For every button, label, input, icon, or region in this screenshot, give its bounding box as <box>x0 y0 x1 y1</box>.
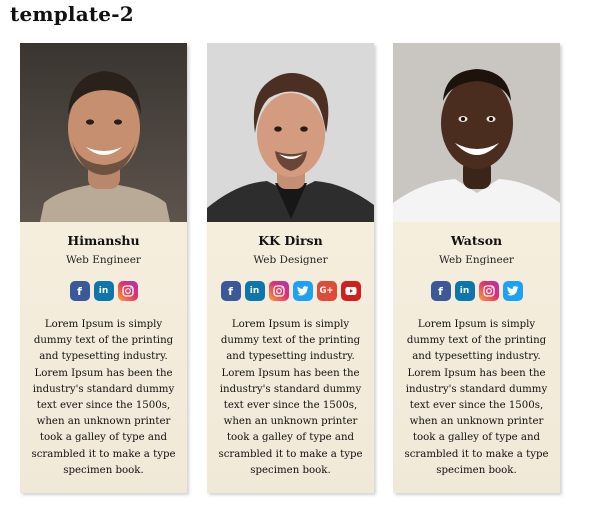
instagram-icon[interactable] <box>478 281 499 301</box>
instagram-icon[interactable] <box>117 281 138 301</box>
twitter-icon[interactable] <box>502 281 523 301</box>
linkedin-icon[interactable]: in <box>454 281 475 301</box>
facebook-icon[interactable]: f <box>220 281 241 301</box>
profile-role: Web Engineer <box>66 254 141 266</box>
profile-name: Watson <box>450 233 503 248</box>
social-links: f in <box>393 281 560 301</box>
profile-role: Web Engineer <box>439 254 514 266</box>
instagram-icon[interactable] <box>268 281 289 301</box>
profile-card-kk-dirsn: KK Dirsn Web Designer f in G+ Lorem Ipsu… <box>207 43 374 493</box>
profile-photo <box>20 43 187 222</box>
facebook-icon[interactable]: f <box>69 281 90 301</box>
youtube-icon[interactable] <box>340 281 361 301</box>
social-links: f in G+ <box>207 281 374 301</box>
profile-name: KK Dirsn <box>258 233 323 248</box>
profile-role: Web Designer <box>253 254 328 266</box>
profile-card-watson: Watson Web Engineer f in Lorem Ipsum is … <box>393 43 560 493</box>
profile-photo <box>393 43 560 222</box>
social-links: f in <box>20 281 187 301</box>
page-title: template-2 <box>10 2 134 26</box>
google-plus-icon[interactable]: G+ <box>316 281 337 301</box>
linkedin-icon[interactable]: in <box>244 281 265 301</box>
twitter-icon[interactable] <box>292 281 313 301</box>
profile-bio: Lorem Ipsum is simply dummy text of the … <box>31 319 176 476</box>
linkedin-icon[interactable]: in <box>93 281 114 301</box>
facebook-icon[interactable]: f <box>430 281 451 301</box>
profile-photo <box>207 43 374 222</box>
profile-card-himanshu: Himanshu Web Engineer f in Lorem Ipsum i… <box>20 43 187 493</box>
profile-bio: Lorem Ipsum is simply dummy text of the … <box>218 319 363 476</box>
profile-bio: Lorem Ipsum is simply dummy text of the … <box>404 319 549 476</box>
profile-name: Himanshu <box>67 233 140 248</box>
